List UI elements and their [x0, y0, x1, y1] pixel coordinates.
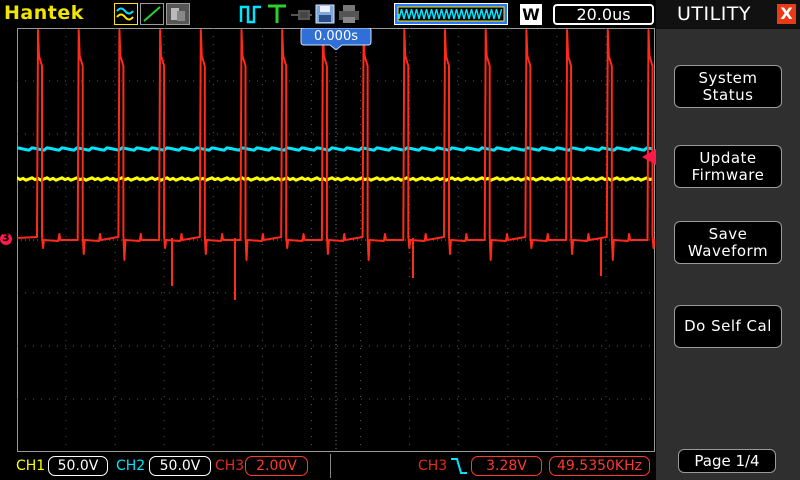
- xy-mode-icon[interactable]: [140, 3, 164, 25]
- utility-menu-panel: UTILITY X System Status Update Firmware …: [656, 0, 800, 480]
- ch2-scale[interactable]: 50.0V: [149, 456, 211, 476]
- channel-status-bar: CH1 50.0V CH2 50.0V CH3 2.00V CH3 3.28V …: [0, 452, 656, 480]
- analog-mode-icon[interactable]: [114, 3, 138, 25]
- page-indicator-button[interactable]: Page 1/4: [678, 449, 776, 473]
- ch3-marker-label: 3: [2, 231, 10, 244]
- brand-logo: Hantek: [4, 2, 84, 24]
- trigger-position-marker[interactable]: 0.000s: [300, 28, 372, 50]
- timebase-readout[interactable]: 20.0us: [553, 4, 654, 25]
- falling-edge-icon[interactable]: [450, 457, 468, 475]
- self-calibration-button[interactable]: Do Self Cal: [674, 305, 782, 348]
- memory-waveform-icon: [397, 6, 505, 22]
- update-firmware-button[interactable]: Update Firmware: [674, 145, 782, 188]
- ch2-label[interactable]: CH2: [116, 458, 145, 474]
- trigger-level-marker[interactable]: [642, 149, 656, 165]
- ch3-label[interactable]: CH3: [215, 458, 244, 474]
- ch1-trace: [15, 175, 654, 182]
- waveform-display[interactable]: [15, 28, 672, 452]
- trigger-position-value: 0.000s: [314, 29, 358, 44]
- utility-menu-title: UTILITY: [677, 3, 752, 25]
- ch1-label[interactable]: CH1: [16, 458, 45, 474]
- trigger-icon[interactable]: [265, 3, 289, 25]
- trigger-level-value[interactable]: 3.28V: [471, 456, 542, 476]
- pulse-trigger-icon[interactable]: [239, 3, 263, 25]
- print-icon[interactable]: [337, 3, 361, 25]
- ch3-scale[interactable]: 2.00V: [245, 456, 308, 476]
- ch3-ground-marker[interactable]: 3: [0, 231, 14, 246]
- utility-menu-header: UTILITY X: [656, 0, 800, 29]
- close-icon[interactable]: X: [777, 4, 796, 24]
- trigger-source-label[interactable]: CH3: [418, 458, 447, 474]
- ch2-trace: [15, 145, 654, 152]
- display-mode-group: [114, 3, 192, 25]
- trigger-status-group: [239, 3, 359, 25]
- probe-icon: [289, 3, 313, 25]
- acquisition-mode-badge[interactable]: W: [520, 4, 542, 25]
- top-status-bar: Hantek W 20.0us: [0, 0, 656, 29]
- memory-depth-icon: [394, 3, 508, 25]
- save-waveform-button[interactable]: Save Waveform: [674, 221, 782, 264]
- save-icon[interactable]: [313, 3, 337, 25]
- channel-divider: [330, 454, 331, 478]
- roll-mode-icon[interactable]: [166, 3, 190, 25]
- ch1-scale[interactable]: 50.0V: [48, 456, 108, 476]
- trigger-frequency-value: 49.5350KHz: [549, 456, 650, 476]
- system-status-button[interactable]: System Status: [674, 65, 782, 108]
- graticule: [15, 28, 672, 452]
